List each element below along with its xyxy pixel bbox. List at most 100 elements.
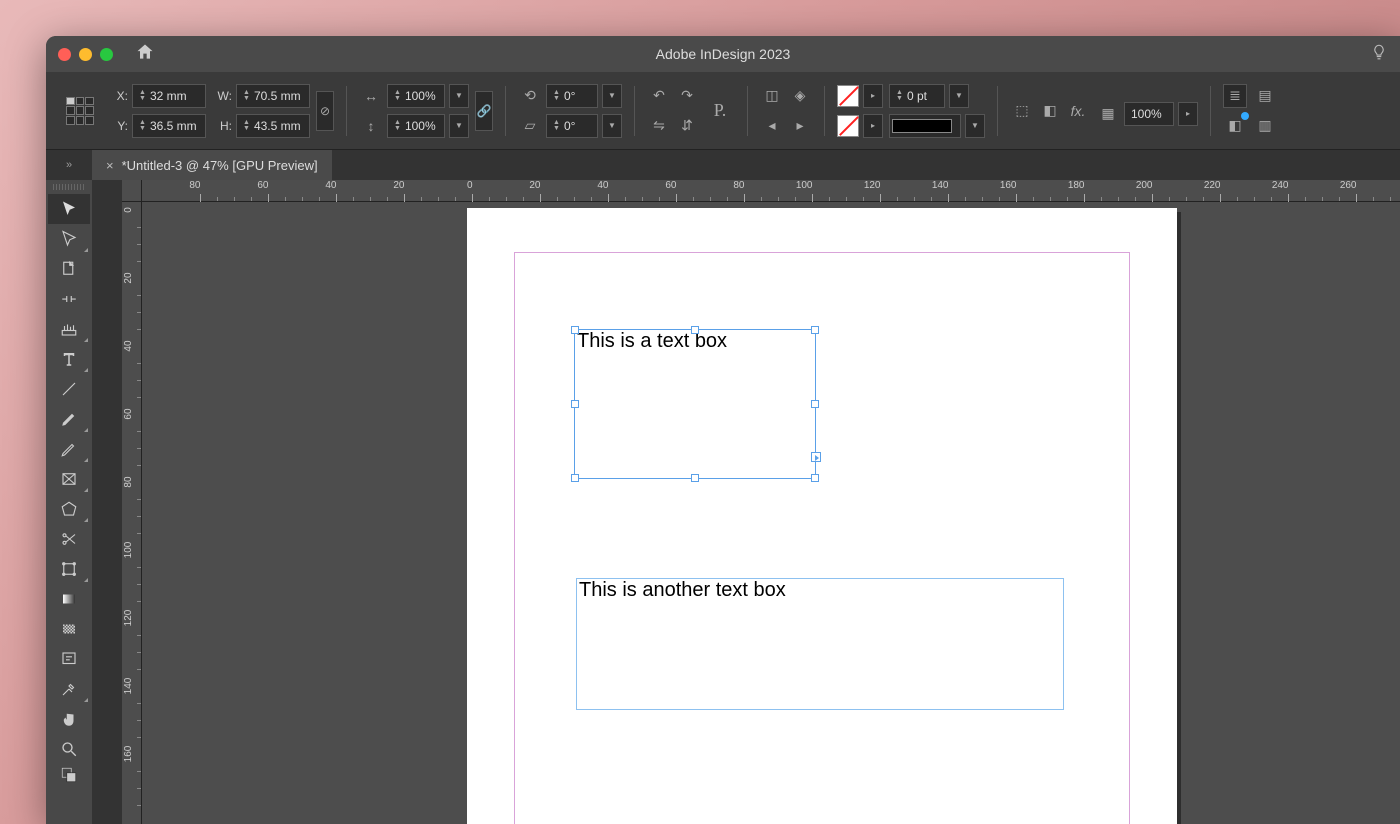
rotate-cw-icon[interactable]: ↷ <box>675 84 699 108</box>
rectangle-frame-tool[interactable] <box>48 464 90 494</box>
scale-x-icon: ↔ <box>359 84 383 108</box>
flip-h-icon[interactable]: ⇋ <box>647 114 671 138</box>
panel-gutter <box>92 180 122 824</box>
selection-tool[interactable] <box>48 194 90 224</box>
expand-panels-toggle[interactable]: » <box>46 150 92 180</box>
scale-x-input[interactable]: ▲▼100% <box>387 84 445 108</box>
flip-indicator-icon: P. <box>705 99 735 123</box>
width-input[interactable]: ▲▼70.5 mm <box>236 84 310 108</box>
document-tab-label: *Untitled-3 @ 47% [GPU Preview] <box>122 158 318 173</box>
hand-tool[interactable] <box>48 704 90 734</box>
direct-selection-tool[interactable] <box>48 224 90 254</box>
ruler-origin[interactable] <box>122 180 142 202</box>
stroke-dropdown[interactable]: ▸ <box>863 114 883 138</box>
toolbox-grip[interactable] <box>53 184 85 190</box>
pen-tool[interactable] <box>48 404 90 434</box>
line-tool[interactable] <box>48 374 90 404</box>
titlebar: Adobe InDesign 2023 <box>46 36 1400 72</box>
pasteboard[interactable]: This is a text box This is another text … <box>142 202 1400 824</box>
select-prev-icon[interactable]: ◂ <box>760 114 784 138</box>
horizontal-ruler[interactable]: 8060402002040608010012014016018020022024… <box>142 180 1400 202</box>
app-window: Adobe InDesign 2023 X: ▲▼32 mm Y: ▲▼36.5… <box>46 36 1400 824</box>
canvas-area[interactable]: 8060402002040608010012014016018020022024… <box>92 180 1400 824</box>
select-container-icon[interactable]: ◫ <box>760 84 784 108</box>
eyedropper-tool[interactable] <box>48 674 90 704</box>
pencil-tool[interactable] <box>48 434 90 464</box>
stroke-weight-dropdown[interactable]: ▼ <box>949 84 969 108</box>
fill-stroke-toggle[interactable] <box>48 764 90 786</box>
document-tab[interactable]: × *Untitled-3 @ 47% [GPU Preview] <box>92 150 332 180</box>
resize-handle[interactable] <box>691 474 699 482</box>
select-next-icon[interactable]: ▸ <box>788 114 812 138</box>
toolbox <box>46 180 92 824</box>
resize-handle[interactable] <box>811 474 819 482</box>
text-frame-2[interactable]: This is another text box <box>576 578 1064 710</box>
select-content-icon[interactable]: ◈ <box>788 84 812 108</box>
stroke-style-input[interactable] <box>889 114 961 138</box>
scale-y-icon: ↕ <box>359 114 383 138</box>
control-bar: X: ▲▼32 mm Y: ▲▼36.5 mm W: ▲▼70.5 mm H: … <box>46 72 1400 150</box>
constrain-wh-toggle[interactable]: ⊘ <box>316 91 334 131</box>
flip-v-icon[interactable]: ⇵ <box>675 114 699 138</box>
free-transform-tool[interactable] <box>48 554 90 584</box>
auto-fit-icon[interactable]: ◧ <box>1223 114 1247 138</box>
textframe-1-content: This is a text box <box>577 330 727 352</box>
constrain-scale-toggle[interactable]: 🔗 <box>475 91 493 131</box>
app-title: Adobe InDesign 2023 <box>656 46 791 62</box>
gradient-swatch-tool[interactable] <box>48 584 90 614</box>
scale-x-dropdown[interactable]: ▼ <box>449 84 469 108</box>
page-tool[interactable] <box>48 254 90 284</box>
reference-point-grid[interactable] <box>66 97 94 125</box>
home-icon[interactable] <box>135 42 155 67</box>
y-position-input[interactable]: ▲▼36.5 mm <box>132 114 206 138</box>
resize-handle[interactable] <box>811 326 819 334</box>
scissors-tool[interactable] <box>48 524 90 554</box>
rotate-icon: ⟲ <box>518 84 542 108</box>
frame-fitting-icon[interactable]: ▤ <box>1253 84 1277 108</box>
ellipse-tool[interactable] <box>48 494 90 524</box>
vertical-ruler[interactable]: 020406080100120140160 <box>122 202 142 824</box>
height-input[interactable]: ▲▼43.5 mm <box>236 114 310 138</box>
type-tool[interactable] <box>48 344 90 374</box>
stroke-swatch[interactable] <box>837 115 859 137</box>
close-tab-icon[interactable]: × <box>106 158 114 173</box>
fill-dropdown[interactable]: ▸ <box>863 84 883 108</box>
resize-handle[interactable] <box>691 326 699 334</box>
resize-handle[interactable] <box>571 474 579 482</box>
fx-icon[interactable]: fx. <box>1066 99 1090 123</box>
text-frame-selected[interactable]: This is a text box <box>574 329 816 479</box>
opacity-icon: ▦ <box>1096 102 1120 126</box>
resize-handle[interactable] <box>571 326 579 334</box>
stroke-style-dropdown[interactable]: ▼ <box>965 114 985 138</box>
fill-swatch[interactable] <box>837 85 859 107</box>
shear-dropdown[interactable]: ▼ <box>602 114 622 138</box>
x-label: X: <box>108 89 128 103</box>
minimize-window-button[interactable] <box>79 48 92 61</box>
opacity-dropdown[interactable]: ▸ <box>1178 102 1198 126</box>
window-controls <box>58 48 113 61</box>
text-wrap-icon[interactable]: ≣ <box>1223 84 1247 108</box>
gap-tool[interactable] <box>48 284 90 314</box>
rotate-input[interactable]: ▲▼0° <box>546 84 598 108</box>
corner-options-icon[interactable]: ⬚ <box>1010 99 1034 123</box>
x-position-input[interactable]: ▲▼32 mm <box>132 84 206 108</box>
opacity-input[interactable]: 100% <box>1124 102 1174 126</box>
gradient-feather-tool[interactable] <box>48 614 90 644</box>
tips-icon[interactable] <box>1370 43 1388 66</box>
resize-handle[interactable] <box>811 400 819 408</box>
maximize-window-button[interactable] <box>100 48 113 61</box>
note-tool[interactable] <box>48 644 90 674</box>
close-window-button[interactable] <box>58 48 71 61</box>
drop-shadow-icon[interactable]: ◧ <box>1038 99 1062 123</box>
rotate-dropdown[interactable]: ▼ <box>602 84 622 108</box>
scale-y-dropdown[interactable]: ▼ <box>449 114 469 138</box>
rotate-ccw-icon[interactable]: ↶ <box>647 84 671 108</box>
content-collector-tool[interactable] <box>48 314 90 344</box>
shear-input[interactable]: ▲▼0° <box>546 114 598 138</box>
resize-handle[interactable] <box>571 400 579 408</box>
frame-options-icon[interactable]: ▥ <box>1253 114 1277 138</box>
stroke-weight-input[interactable]: ▲▼0 pt <box>889 84 945 108</box>
scale-y-input[interactable]: ▲▼100% <box>387 114 445 138</box>
text-out-port[interactable] <box>811 452 821 462</box>
zoom-tool[interactable] <box>48 734 90 764</box>
